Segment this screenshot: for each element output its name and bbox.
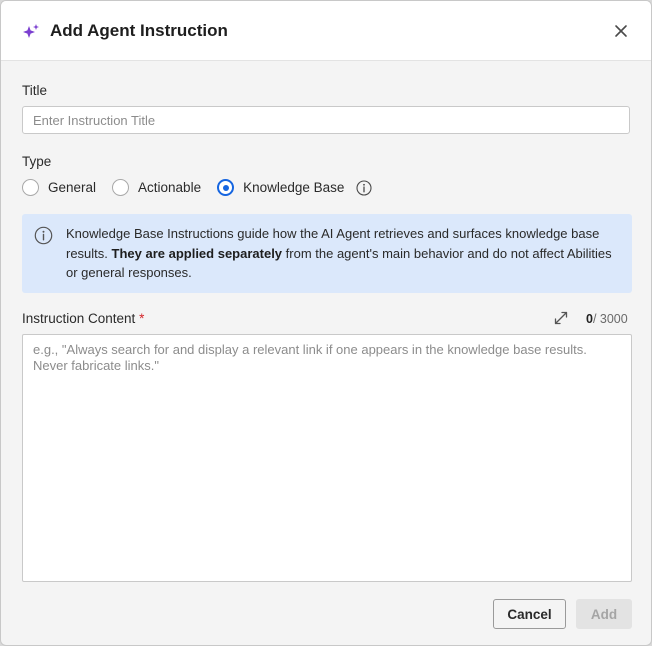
radio-option-actionable[interactable]: Actionable bbox=[112, 179, 201, 196]
banner-text: Knowledge Base Instructions guide how th… bbox=[66, 224, 618, 283]
radio-option-general[interactable]: General bbox=[22, 179, 96, 196]
add-agent-instruction-dialog: Add Agent Instruction Title Type General… bbox=[0, 0, 652, 646]
radio-option-knowledge-base[interactable]: Knowledge Base bbox=[217, 179, 344, 196]
character-count-current: 0 bbox=[586, 312, 593, 326]
required-asterisk: * bbox=[139, 311, 145, 326]
character-counter: 0/ 3000 bbox=[586, 312, 628, 326]
radio-general[interactable] bbox=[22, 179, 39, 196]
radio-label-general: General bbox=[48, 180, 97, 195]
info-icon[interactable] bbox=[356, 179, 372, 196]
knowledge-base-info-banner: Knowledge Base Instructions guide how th… bbox=[22, 214, 632, 293]
add-button[interactable]: Add bbox=[576, 599, 632, 629]
radio-knowledge-base[interactable] bbox=[217, 179, 235, 196]
banner-text-bold: They are applied separately bbox=[111, 245, 283, 261]
type-radio-group: General Actionable Knowledge Base bbox=[22, 178, 372, 197]
instruction-content-textarea[interactable] bbox=[22, 334, 632, 582]
expand-icon[interactable] bbox=[553, 310, 569, 326]
instruction-content-label-text: Instruction Content bbox=[22, 311, 136, 326]
title-label: Title bbox=[22, 83, 48, 98]
dialog-title: Add Agent Instruction bbox=[50, 21, 228, 40]
cancel-button[interactable]: Cancel bbox=[493, 599, 566, 629]
radio-label-knowledge-base: Knowledge Base bbox=[243, 180, 345, 195]
info-icon bbox=[34, 226, 53, 245]
type-label: Type bbox=[22, 154, 52, 169]
title-input[interactable] bbox=[22, 106, 630, 134]
sparkle-icon bbox=[23, 24, 39, 38]
close-icon[interactable] bbox=[613, 23, 629, 39]
instruction-content-label: Instruction Content * bbox=[22, 311, 144, 326]
radio-label-actionable: Actionable bbox=[138, 180, 202, 195]
character-count-max: / 3000 bbox=[592, 312, 628, 326]
dialog-header: Add Agent Instruction bbox=[1, 1, 651, 61]
radio-actionable[interactable] bbox=[112, 179, 130, 196]
